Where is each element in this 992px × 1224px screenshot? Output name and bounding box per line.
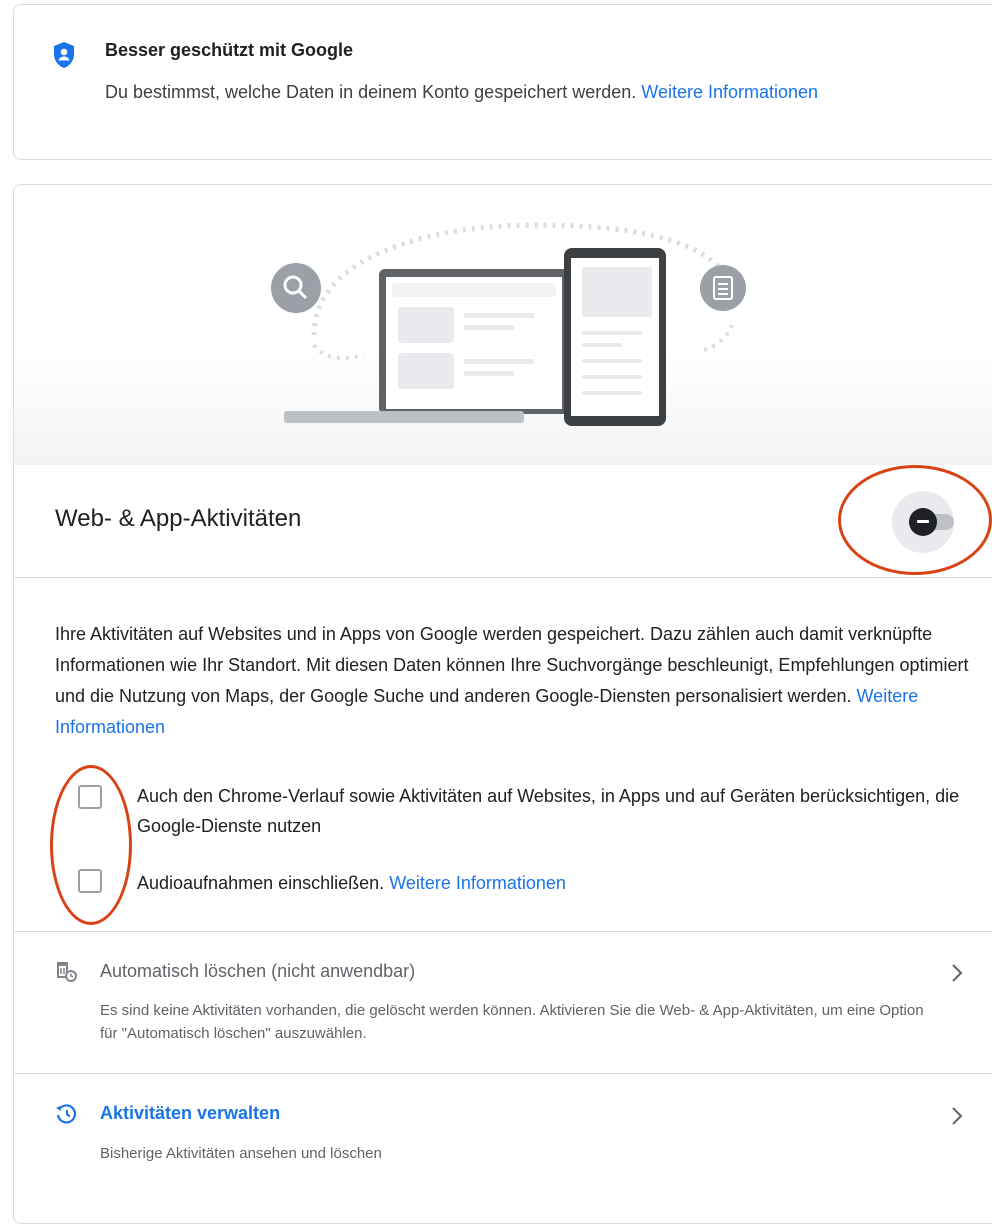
manage-activity-text: Bisherige Aktivitäten ansehen und lösche… bbox=[100, 1145, 382, 1162]
search-icon bbox=[271, 263, 321, 313]
chrome-history-label: Auch den Chrome-Verlauf sowie Aktivitäte… bbox=[137, 786, 960, 836]
activity-description-text: Ihre Aktivitäten auf Websites und in App… bbox=[55, 624, 969, 706]
chrome-history-checkbox[interactable] bbox=[78, 785, 102, 809]
devices-illustration bbox=[271, 222, 746, 426]
banner-text-body: Du bestimmst, welche Daten in deinem Kon… bbox=[105, 82, 637, 102]
activity-description: Ihre Aktivitäten auf Websites und in App… bbox=[55, 619, 975, 743]
toggle-knob[interactable] bbox=[909, 508, 937, 536]
audio-recordings-text: Audioaufnahmen einschließen. bbox=[137, 873, 385, 893]
auto-delete-title: Automatisch löschen (nicht anwendbar) bbox=[100, 961, 416, 981]
manage-activity-link[interactable]: Aktivitäten verwalten bbox=[100, 1103, 280, 1124]
protection-banner: Besser geschützt mit Google Du bestimmst… bbox=[13, 4, 992, 160]
audio-recordings-label: Audioaufnahmen einschließen. Weitere Inf… bbox=[137, 868, 977, 898]
history-icon bbox=[56, 1104, 77, 1124]
divider bbox=[14, 577, 992, 578]
activity-title: Web- & App-Aktivitäten bbox=[55, 505, 302, 532]
chevron-right-icon bbox=[952, 964, 963, 982]
shield-person-icon bbox=[54, 42, 74, 68]
divider bbox=[14, 1073, 992, 1074]
banner-learn-more-link[interactable]: Weitere Informationen bbox=[641, 82, 818, 102]
banner-text: Du bestimmst, welche Daten in deinem Kon… bbox=[105, 77, 905, 107]
divider bbox=[14, 931, 992, 932]
auto-delete-text: Es sind keine Aktivitäten vorhanden, die… bbox=[100, 1002, 924, 1042]
hero-illustration bbox=[14, 185, 992, 465]
chevron-right-icon bbox=[952, 1107, 963, 1125]
auto-delete-icon bbox=[57, 962, 77, 982]
web-app-activity-card: Web- & App-Aktivitäten Ihre Aktivitäten … bbox=[13, 184, 992, 1224]
banner-title: Besser geschützt mit Google bbox=[105, 40, 354, 60]
audio-learn-more-link[interactable]: Weitere Informationen bbox=[389, 873, 566, 893]
audio-recordings-checkbox[interactable] bbox=[78, 869, 102, 893]
activity-toggle[interactable] bbox=[892, 491, 968, 553]
document-icon bbox=[700, 265, 746, 311]
